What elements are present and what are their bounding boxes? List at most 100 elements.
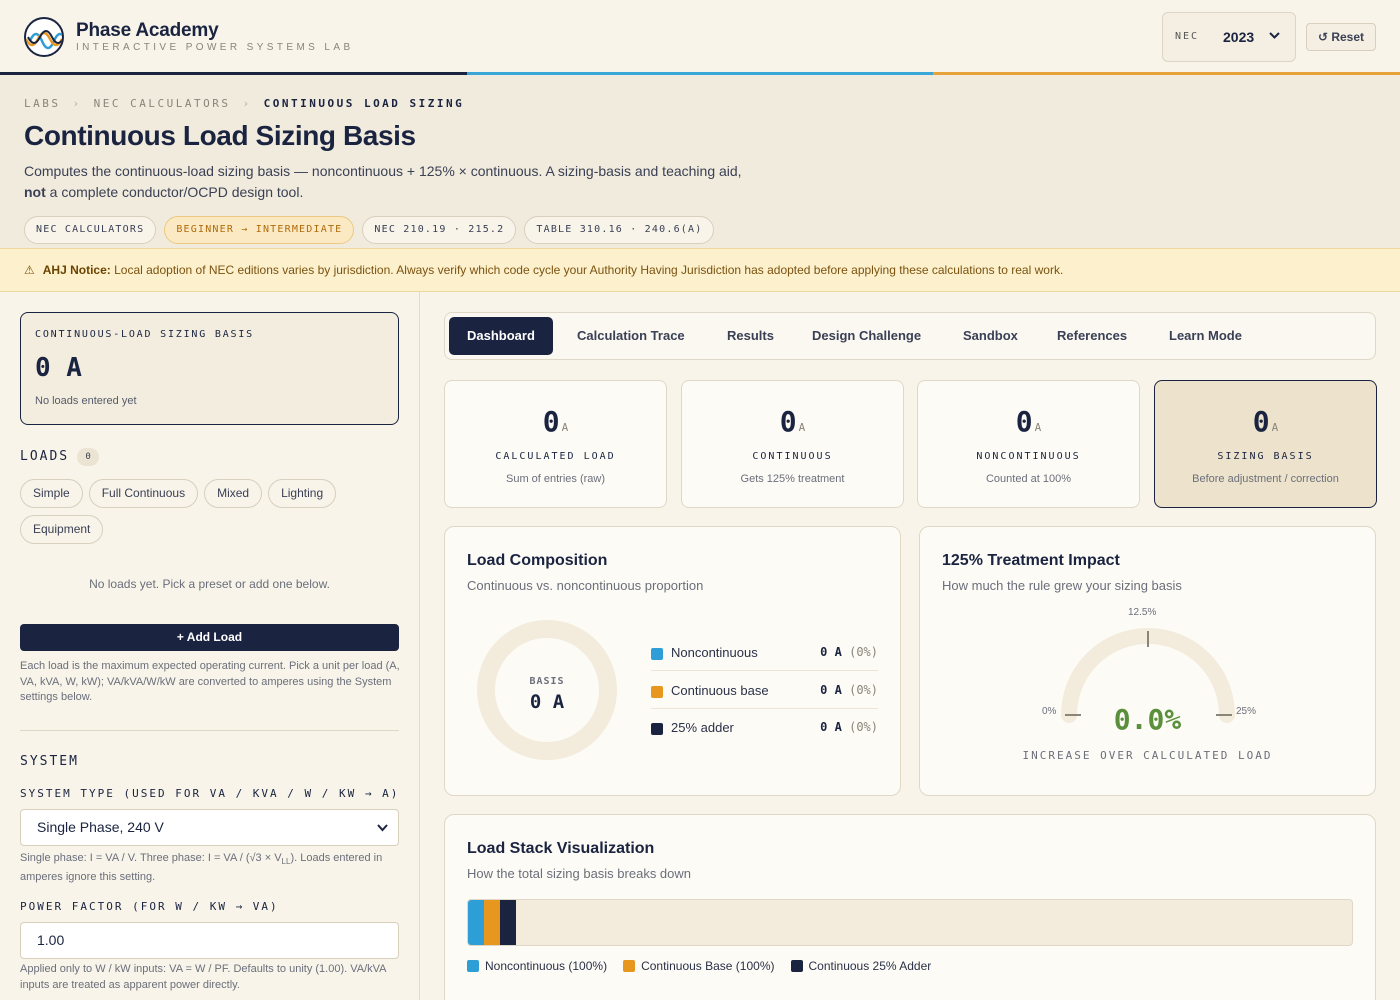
legend-amps: 0 A: [820, 683, 842, 697]
legend-percent: (0%): [849, 645, 878, 659]
preset-simple-button[interactable]: Simple: [20, 479, 83, 508]
tab-learn-mode[interactable]: Learn Mode: [1151, 317, 1260, 355]
composition-donut: [477, 620, 617, 760]
load-stack-legend: Noncontinuous (100%) Continuous Base (10…: [467, 959, 931, 973]
tab-sandbox[interactable]: Sandbox: [945, 317, 1036, 355]
warning-icon: ⚠: [24, 263, 35, 277]
stat-number: 0: [779, 405, 797, 438]
legend-percent: (0%): [849, 683, 878, 697]
stat-subtext: Counted at 100%: [985, 473, 1071, 485]
load-stack-bar: [467, 899, 1353, 946]
stack-legend-label: Continuous Base (100%): [641, 959, 775, 973]
stat-noncontinuous: 0A NONCONTINUOUS Counted at 100%: [917, 380, 1140, 508]
stat-number: 0: [1252, 405, 1270, 438]
stat-number: 0: [542, 405, 560, 438]
tag-tables: TABLE 310.16 · 240.6(A): [524, 216, 715, 244]
stack-segment-25-adder: [500, 900, 516, 945]
preset-mixed-button[interactable]: Mixed: [204, 479, 263, 508]
stat-label: CONTINUOUS: [752, 451, 833, 462]
stat-subtext: Gets 125% treatment: [740, 473, 845, 485]
brand-subtitle: INTERACTIVE POWER SYSTEMS LAB: [76, 42, 354, 53]
stat-sizing-basis: 0A SIZING BASIS Before adjustment / corr…: [1154, 380, 1377, 508]
add-load-help: Each load is the maximum expected operat…: [20, 660, 400, 703]
sizing-basis-label: CONTINUOUS-LOAD SIZING BASIS: [35, 329, 254, 340]
legend-row-25-adder: 25% adder 0 A (0%): [651, 710, 878, 746]
legend-value: 0 A (0%): [820, 683, 878, 697]
stat-continuous: 0A CONTINUOUS Gets 125% treatment: [681, 380, 904, 508]
legend-name: Noncontinuous: [671, 645, 758, 660]
legend-name: 25% adder: [671, 720, 734, 735]
sizing-basis-value: 0 A: [35, 353, 82, 383]
legend-amps: 0 A: [820, 645, 842, 659]
page-description-line2: a complete conductor/OCPD design tool.: [45, 184, 304, 200]
ahj-notice-text: Local adoption of NEC editions varies by…: [110, 263, 1064, 277]
legend-swatch: [623, 960, 636, 972]
legend-swatch: [651, 723, 663, 735]
power-factor-help: Applied only to W / kW inputs: VA = W / …: [20, 963, 386, 991]
breadcrumb: LABS › NEC CALCULATORS › CONTINUOUS LOAD SIZ…: [24, 97, 464, 110]
breadcrumb-nec-calculators[interactable]: NEC CALCULATORS: [94, 97, 231, 110]
stack-segment-continuous-base: [484, 900, 500, 945]
tab-references[interactable]: References: [1039, 317, 1145, 355]
page-description-line1: Computes the continuous-load sizing basi…: [24, 163, 742, 179]
stat-unit: A: [561, 421, 569, 434]
tag-level: BEGINNER → INTERMEDIATE: [164, 216, 355, 244]
breadcrumb-labs[interactable]: LABS: [24, 97, 61, 110]
load-composition-subtitle: Continuous vs. noncontinuous proportion: [467, 578, 704, 593]
nec-edition-value: 2023: [1223, 29, 1255, 45]
preset-lighting-button[interactable]: Lighting: [268, 479, 337, 508]
brand-name[interactable]: Phase Academy: [76, 20, 219, 42]
preset-equipment-button[interactable]: Equipment: [20, 515, 104, 544]
stack-legend-item: Continuous Base (100%): [623, 959, 775, 973]
system-type-select[interactable]: Single Phase, 240 V: [20, 809, 399, 846]
page-hero: LABS › NEC CALCULATORS › CONTINUOUS LOAD SIZ…: [0, 75, 1400, 248]
breadcrumb-separator-icon: ›: [72, 97, 82, 110]
stack-legend-label: Noncontinuous (100%): [485, 959, 608, 973]
reset-button[interactable]: ↺ Reset: [1306, 23, 1376, 51]
tab-dashboard[interactable]: Dashboard: [449, 317, 553, 355]
chevron-down-icon: [1269, 28, 1280, 45]
add-load-button[interactable]: + Add Load: [20, 624, 399, 651]
stat-label: CALCULATED LOAD: [495, 451, 616, 462]
inputs-panel: CONTINUOUS-LOAD SIZING BASIS 0 A No load…: [0, 292, 420, 1000]
breadcrumb-current: CONTINUOUS LOAD SIZING: [263, 97, 465, 110]
page-title: Continuous Load Sizing Basis: [24, 120, 416, 151]
tag-category: NEC CALCULATORS: [24, 216, 157, 244]
system-type-value: Single Phase, 240 V: [37, 819, 164, 835]
legend-row-continuous-base: Continuous base 0 A (0%): [651, 673, 878, 709]
loads-heading-label: LOADS: [20, 449, 70, 464]
donut-center-value: 0 A: [529, 691, 565, 713]
nec-edition-select[interactable]: NEC 2023: [1162, 12, 1296, 62]
sizing-basis-card: CONTINUOUS-LOAD SIZING BASIS 0 A No load…: [20, 312, 399, 425]
stat-label: SIZING BASIS: [1217, 451, 1314, 462]
load-composition-title: Load Composition: [467, 552, 608, 569]
logo-icon[interactable]: [24, 17, 64, 57]
legend-name: Continuous base: [671, 683, 769, 698]
legend-value: 0 A (0%): [820, 720, 878, 734]
power-factor-input[interactable]: 1.00: [20, 922, 399, 959]
stack-legend-item: Noncontinuous (100%): [467, 959, 607, 973]
system-heading: SYSTEM: [20, 754, 79, 769]
stat-unit: A: [1034, 421, 1042, 434]
treatment-impact-panel: 125% Treatment Impact How much the rule …: [919, 526, 1376, 796]
stat-subtext: Sum of entries (raw): [505, 473, 606, 485]
tag-list: NEC CALCULATORS BEGINNER → INTERMEDIATE …: [24, 216, 715, 244]
tab-design-challenge[interactable]: Design Challenge: [794, 317, 939, 355]
preset-list: Simple Full Continuous Mixed Lighting Eq…: [20, 479, 400, 544]
load-stack-title: Load Stack Visualization: [467, 840, 655, 857]
page-description: Computes the continuous-load sizing basi…: [24, 161, 784, 203]
view-tabs: Dashboard Calculation Trace Results Desi…: [444, 312, 1376, 360]
tab-calculation-trace[interactable]: Calculation Trace: [559, 317, 703, 355]
nec-edition-label: NEC: [1175, 31, 1200, 42]
tab-results[interactable]: Results: [709, 317, 792, 355]
stack-legend-label: Continuous 25% Adder: [808, 959, 932, 973]
preset-full-continuous-button[interactable]: Full Continuous: [88, 479, 199, 508]
power-factor-label: POWER FACTOR (FOR W / KW → VA): [20, 900, 279, 913]
gauge-tick-label-mid: 12.5%: [1128, 607, 1157, 618]
ahj-notice-title: AHJ Notice:: [42, 263, 111, 277]
sizing-basis-note: No loads entered yet: [35, 395, 137, 407]
stat-calculated-load: 0A CALCULATED LOAD Sum of entries (raw): [444, 380, 667, 508]
legend-row-noncontinuous: Noncontinuous 0 A (0%): [651, 635, 878, 671]
system-type-help: Single phase: I = VA / V. Three phase: I…: [20, 851, 400, 885]
legend-swatch: [790, 960, 803, 972]
